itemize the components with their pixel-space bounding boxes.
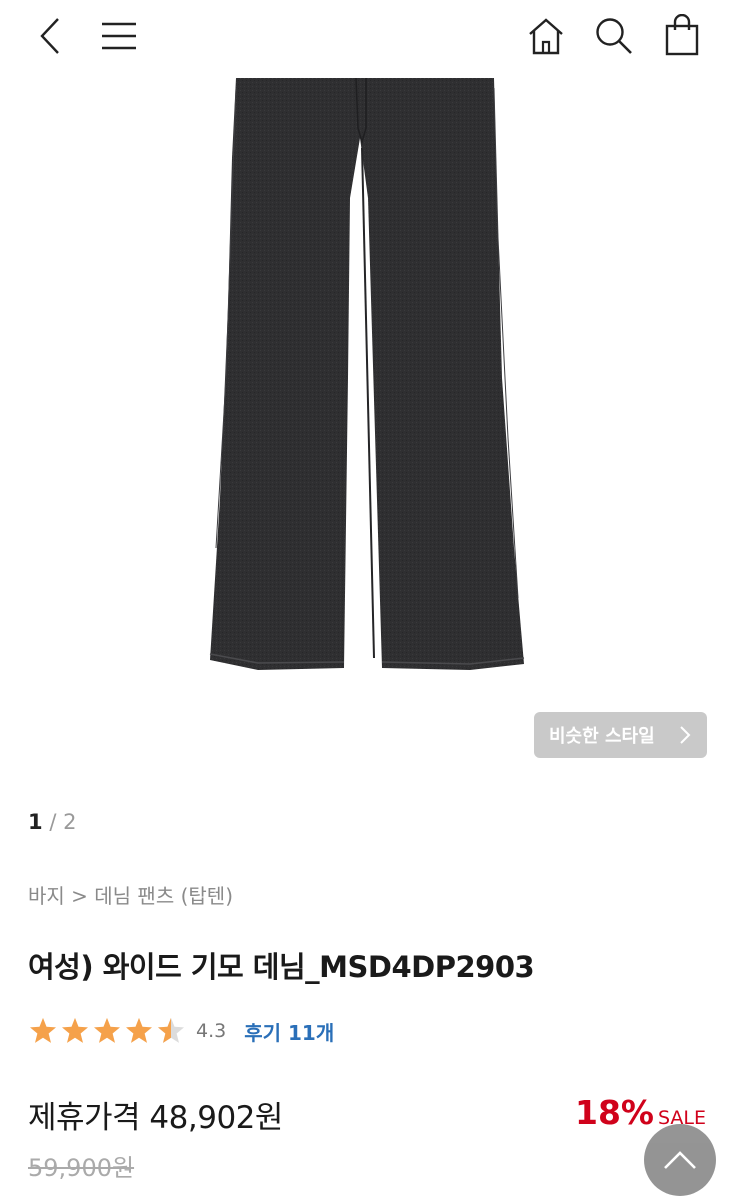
top-navigation-bar [0, 0, 732, 78]
menu-icon [102, 22, 136, 50]
review-count-link[interactable]: 후기 11개 [244, 1017, 334, 1046]
star-icon [30, 1017, 56, 1043]
image-pager: 1 / 2 [28, 810, 76, 834]
jeans-image [209, 77, 525, 670]
chevron-right-icon [680, 726, 691, 744]
search-icon [596, 18, 632, 54]
affiliate-price: 제휴가격 48,902원 [28, 1100, 283, 1136]
back-button[interactable] [30, 14, 70, 58]
chevron-up-icon [664, 1151, 696, 1169]
rating-value: 4.3 [196, 1020, 227, 1042]
half-star-icon [158, 1017, 184, 1043]
star-icon [62, 1017, 88, 1043]
back-icon [40, 18, 59, 54]
menu-button[interactable] [98, 14, 140, 58]
star-icon [94, 1017, 120, 1043]
star-icon [126, 1017, 152, 1043]
product-title: 여성) 와이드 기모 데님_MSD4DP2903 [28, 950, 535, 984]
search-button[interactable] [592, 14, 636, 58]
similar-style-button[interactable]: 비슷한 스타일 [534, 712, 707, 758]
product-image[interactable] [0, 77, 732, 690]
rating-row: 4.3 후기 11개 [28, 1014, 334, 1048]
cart-button[interactable] [660, 12, 704, 58]
star-rating [28, 1016, 186, 1046]
home-icon [529, 18, 563, 55]
scroll-to-top-button[interactable] [644, 1124, 716, 1196]
breadcrumb[interactable]: 바지 > 데님 팬츠 (탑텐) [28, 880, 233, 909]
pager-current: 1 [28, 810, 43, 834]
pager-total: / 2 [49, 810, 77, 834]
discount-percent: 18% [574, 1093, 654, 1132]
similar-style-label: 비슷한 스타일 [549, 726, 655, 747]
shopping-bag-icon [665, 14, 699, 56]
home-button[interactable] [524, 14, 568, 58]
original-price: 59,900원 [28, 1154, 135, 1182]
product-detail-page: 비슷한 스타일 1 / 2 바지 > 데님 팬츠 (탑텐) 여성) 와이드 기모… [0, 0, 732, 1200]
